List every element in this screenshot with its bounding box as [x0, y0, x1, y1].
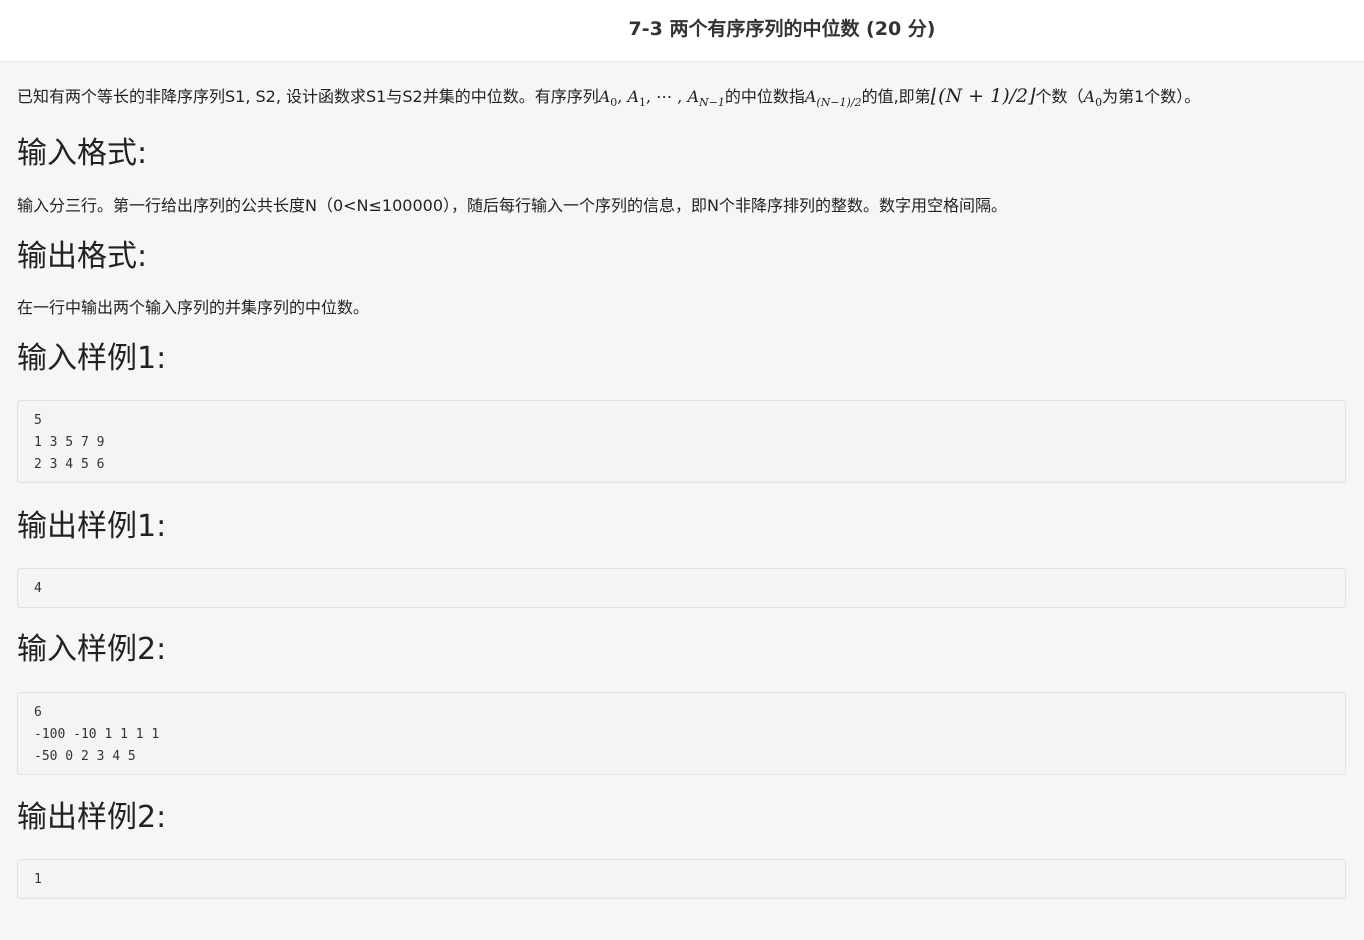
intro-text-3: 的值,即第: [861, 87, 931, 106]
intro-text-5: 为第1个数）。: [1102, 87, 1201, 106]
math-sub-mid: (N−1)/2: [816, 96, 862, 109]
math-a: A: [804, 87, 817, 106]
math-a: A: [598, 87, 611, 106]
intro-text-1: 已知有两个等长的非降序序列S1, S2, 设计函数求S1与S2并集的中位数。有序…: [17, 87, 599, 106]
sample-input-1-heading: 输入样例1:: [17, 341, 167, 376]
math-sub-n-1: N−1: [699, 96, 725, 109]
math-comma: ,: [617, 87, 628, 106]
sample-output-1-heading: 输出样例1:: [17, 509, 167, 544]
input-format-heading: 输入格式:: [17, 136, 148, 171]
sample-input-1-code: 5 1 3 5 7 9 2 3 4 5 6: [17, 400, 1346, 483]
problem-description: 已知有两个等长的非降序序列S1, S2, 设计函数求S1与S2并集的中位数。有序…: [17, 82, 1346, 111]
intro-text-4: 个数（: [1035, 87, 1084, 106]
sample-input-2-code: 6 -100 -10 1 1 1 1 -50 0 2 3 4 5: [17, 692, 1346, 775]
problem-content: 已知有两个等长的非降序序列S1, S2, 设计函数求S1与S2并集的中位数。有序…: [17, 62, 1346, 899]
problem-header: 7-3 两个有序序列的中位数 (20 分): [0, 0, 1364, 62]
math-a: A: [1083, 87, 1096, 106]
output-format-heading: 输出格式:: [17, 239, 148, 274]
math-a: A: [687, 87, 699, 106]
math-a: A: [627, 87, 639, 106]
problem-title: 7-3 两个有序序列的中位数 (20 分): [628, 18, 936, 40]
math-sub-1: 1: [639, 96, 646, 109]
math-dots: , ⋯ ,: [646, 87, 688, 106]
intro-text-2: 的中位数指: [724, 87, 805, 106]
sample-input-2-heading: 输入样例2:: [17, 632, 167, 667]
output-format-text: 在一行中输出两个输入序列的并集序列的中位数。: [17, 298, 370, 317]
sample-output-1-code: 4: [17, 568, 1346, 608]
math-floor-expr: ⌊(N + 1)/2⌋: [930, 85, 1036, 107]
input-format-text: 输入分三行。第一行给出序列的公共长度N（0<N≤100000），随后每行输入一个…: [17, 196, 1007, 215]
sample-output-2-heading: 输出样例2:: [17, 800, 167, 835]
sample-output-2-code: 1: [17, 859, 1346, 899]
